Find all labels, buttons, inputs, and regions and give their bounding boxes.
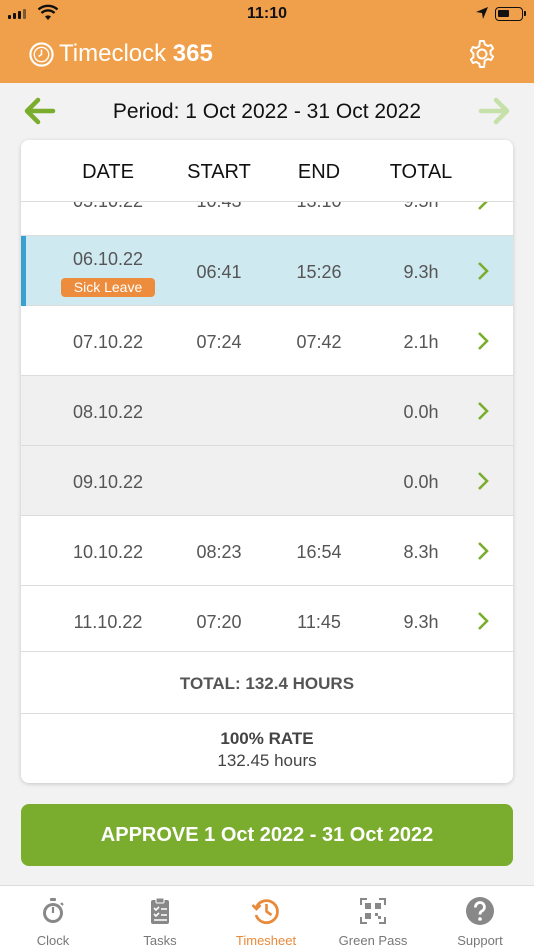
period-selector: Period: 1 Oct 2022 - 31 Oct 2022 <box>0 90 534 134</box>
timesheet-rows-scroll[interactable]: 05.10.22 10:43 13:10 9.5h 06.10.22 Sick … <box>21 202 513 651</box>
row-date: 05.10.22 <box>58 202 158 212</box>
row-total: 9.3h <box>403 612 439 632</box>
row-end: 15:26 <box>296 262 342 282</box>
rate-title: 100% RATE <box>220 729 314 748</box>
row-total: 8.3h <box>403 542 439 562</box>
chevron-right-icon <box>478 402 489 420</box>
tab-support[interactable]: Support <box>427 886 533 950</box>
battery-icon <box>495 7 526 21</box>
period-label: Period: 1 Oct 2022 - 31 Oct 2022 <box>112 100 422 123</box>
table-row-weekend[interactable]: 09.10.22 0.0h <box>21 446 513 516</box>
status-time: 11:10 <box>246 5 288 22</box>
brand-number: 365 <box>172 40 213 67</box>
chevron-right-icon <box>478 612 489 630</box>
column-start: START <box>187 161 251 183</box>
row-end: 13:10 <box>271 202 367 212</box>
row-end: 07:42 <box>296 332 342 352</box>
qr-code-icon <box>360 898 386 924</box>
timesheet-card: DATE START END TOTAL 05.10.22 10:43 13:1… <box>21 140 513 783</box>
table-row[interactable]: 10.10.22 08:23 16:54 8.3h <box>21 516 513 586</box>
tab-green-pass[interactable]: Green Pass <box>320 886 426 950</box>
row-date: 09.10.22 <box>72 472 144 492</box>
app-header: 11:10 Timeclock 365 <box>0 0 534 83</box>
clipboard-icon <box>151 897 169 924</box>
history-clock-icon <box>251 899 279 925</box>
row-start: 10:43 <box>171 202 267 212</box>
row-date: 06.10.22 <box>72 249 144 269</box>
table-row[interactable]: 07.10.22 07:24 07:42 2.1h <box>21 306 513 376</box>
tab-timesheet[interactable]: Timesheet <box>213 886 319 950</box>
row-start: 06:41 <box>196 262 242 282</box>
row-date: 10.10.22 <box>72 542 144 562</box>
row-total: 0.0h <box>403 472 439 492</box>
bottom-tab-bar: Clock Tasks Timesheet Green Pass Support <box>0 885 534 950</box>
column-end: END <box>297 161 341 183</box>
row-total: 9.3h <box>403 262 439 282</box>
table-header: DATE START END TOTAL <box>21 140 513 202</box>
approve-period-button[interactable]: APPROVE 1 Oct 2022 - 31 Oct 2022 <box>21 804 513 866</box>
total-hours-label: TOTAL: 132.4 HOURS <box>179 674 355 693</box>
chevron-right-icon <box>478 332 489 350</box>
timeclock-logo-icon <box>29 41 54 67</box>
row-start: 07:24 <box>196 332 242 352</box>
chevron-right-icon <box>478 542 489 560</box>
chevron-right-icon <box>478 262 489 280</box>
tab-label: Tasks <box>143 933 177 948</box>
tab-clock[interactable]: Clock <box>0 886 106 950</box>
total-hours-summary: TOTAL: 132.4 HOURS <box>21 651 513 713</box>
tab-tasks[interactable]: Tasks <box>107 886 213 950</box>
previous-period-arrow-icon[interactable] <box>22 96 56 126</box>
settings-gear-icon[interactable] <box>466 38 498 70</box>
row-total: 2.1h <box>403 332 439 352</box>
row-date: 11.10.22 <box>73 612 143 632</box>
stopwatch-icon <box>43 898 64 923</box>
table-row-selected[interactable]: 06.10.22 Sick Leave 06:41 15:26 9.3h <box>21 236 513 306</box>
sick-leave-badge: Sick Leave <box>61 278 155 297</box>
tab-label: Clock <box>36 933 70 948</box>
tab-label: Support <box>457 933 503 948</box>
table-row[interactable]: 05.10.22 10:43 13:10 9.5h <box>21 202 513 236</box>
row-start: 08:23 <box>196 542 242 562</box>
help-icon <box>466 897 494 925</box>
next-period-arrow-icon[interactable] <box>478 96 512 126</box>
tab-label: Green Pass <box>338 933 408 948</box>
column-total: TOTAL <box>389 161 453 183</box>
table-row[interactable]: 11.10.22 07:20 11:45 9.3h <box>21 586 513 651</box>
row-end: 16:54 <box>296 542 342 562</box>
row-date: 08.10.22 <box>72 402 144 422</box>
chevron-right-icon <box>478 472 489 490</box>
row-total: 0.0h <box>403 402 439 422</box>
location-arrow-icon <box>476 7 488 19</box>
table-row-weekend[interactable]: 08.10.22 0.0h <box>21 376 513 446</box>
row-total: 9.5h <box>376 202 466 212</box>
row-end: 11:45 <box>297 612 341 632</box>
chevron-right-icon <box>478 202 488 210</box>
status-bar: 11:10 <box>0 0 534 28</box>
tab-label: Timesheet <box>235 933 297 948</box>
rate-summary: 100% RATE 132.45 hours <box>21 713 513 783</box>
rate-hours: 132.45 hours <box>217 751 317 770</box>
app-brand: Timeclock 365 <box>28 40 213 68</box>
row-start: 07:20 <box>196 612 242 632</box>
column-date: DATE <box>82 161 134 183</box>
brand-name: Timeclock <box>59 40 173 67</box>
row-date: 07.10.22 <box>72 332 144 352</box>
